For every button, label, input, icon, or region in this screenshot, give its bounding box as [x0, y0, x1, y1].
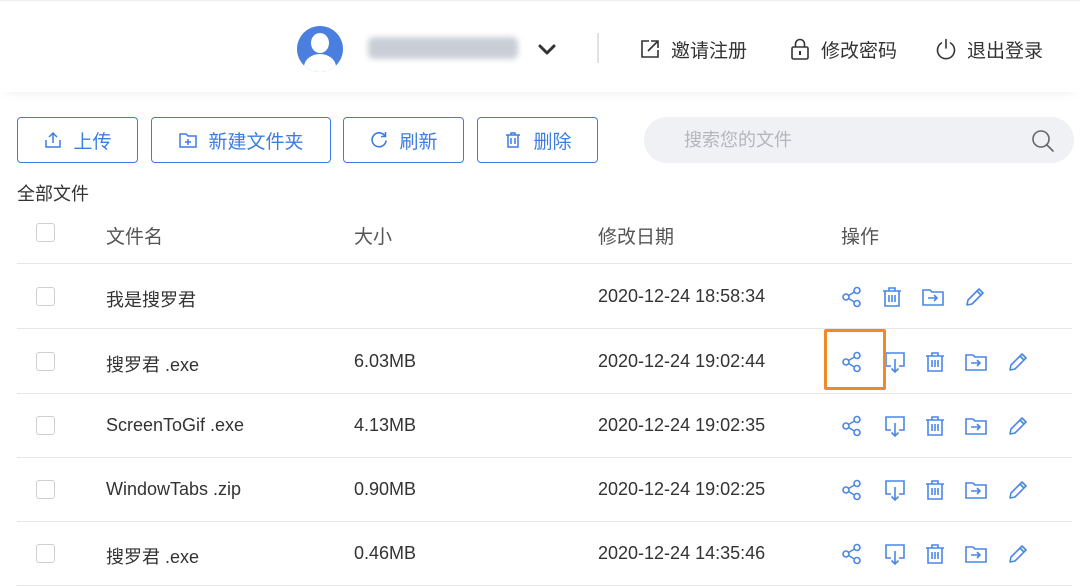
table-row[interactable]: 搜罗君 .exe 0.46MB 2020-12-24 14:35:46: [17, 522, 1072, 586]
avatar[interactable]: [297, 26, 343, 72]
trash-icon[interactable]: [923, 350, 947, 374]
table-row[interactable]: ScreenToGif .exe 4.13MB 2020-12-24 19:02…: [17, 394, 1072, 458]
row-checkbox[interactable]: [36, 287, 55, 306]
file-name[interactable]: WindowTabs .zip: [106, 479, 241, 500]
file-name[interactable]: ScreenToGif .exe: [106, 415, 244, 436]
row-checkbox[interactable]: [36, 480, 55, 499]
table-row[interactable]: 搜罗君 .exe 6.03MB 2020-12-24 19:02:44: [17, 330, 1072, 394]
upload-button[interactable]: 上传: [17, 117, 138, 163]
folder-plus-icon: [179, 133, 198, 148]
edit-icon[interactable]: [1006, 478, 1030, 502]
edit-icon[interactable]: [963, 285, 987, 309]
trash-icon[interactable]: [923, 414, 947, 438]
row-checkbox[interactable]: [36, 544, 55, 563]
file-size: 4.13MB: [354, 415, 417, 435]
file-size: 6.03MB: [354, 351, 417, 371]
search-box: [644, 117, 1074, 163]
username[interactable]: 18545859991: [368, 37, 518, 59]
file-name[interactable]: 搜罗君 .exe: [106, 543, 199, 569]
breadcrumb[interactable]: 全部文件: [17, 180, 89, 206]
column-name[interactable]: 文件名: [106, 222, 163, 249]
column-size[interactable]: 大小: [354, 222, 392, 249]
invite-label: 邀请注册: [671, 40, 748, 62]
top-header: 18545859991 邀请注册 修改密码 退出登录: [0, 0, 1080, 92]
refresh-button[interactable]: 刷新: [343, 117, 464, 163]
refresh-icon: [371, 132, 388, 148]
change-password-link[interactable]: 修改密码: [788, 35, 897, 63]
share-highlight-box: [824, 329, 886, 390]
chevron-down-icon[interactable]: [536, 38, 558, 60]
download-icon[interactable]: [883, 350, 907, 374]
new-folder-label: 新建文件夹: [208, 131, 304, 153]
move-icon[interactable]: [921, 285, 945, 309]
file-name[interactable]: 搜罗君 .exe: [106, 351, 199, 377]
upload-label: 上传: [73, 131, 112, 153]
download-icon[interactable]: [883, 542, 907, 566]
table-row[interactable]: 我是搜罗君 2020-12-24 18:58:34: [17, 265, 1072, 329]
external-link-icon: [641, 40, 659, 58]
file-size: 0.90MB: [354, 479, 417, 499]
refresh-label: 刷新: [399, 131, 438, 153]
row-checkbox[interactable]: [36, 416, 55, 435]
header-divider: [597, 33, 599, 63]
table-row[interactable]: WindowTabs .zip 0.90MB 2020-12-24 19:02:…: [17, 458, 1072, 522]
logout-link[interactable]: 退出登录: [934, 35, 1043, 63]
download-icon[interactable]: [883, 478, 907, 502]
share-icon[interactable]: [840, 414, 864, 438]
share-icon[interactable]: [840, 285, 864, 309]
search-input[interactable]: [684, 117, 1014, 163]
file-size: 0.46MB: [354, 543, 417, 563]
invite-link[interactable]: 邀请注册: [638, 35, 747, 63]
lock-icon: [791, 38, 809, 60]
search-icon[interactable]: [1030, 128, 1056, 154]
move-icon[interactable]: [964, 478, 988, 502]
file-modified: 2020-12-24 18:58:34: [598, 286, 766, 306]
edit-icon[interactable]: [1006, 350, 1030, 374]
file-name[interactable]: 我是搜罗君: [106, 286, 196, 312]
move-icon[interactable]: [964, 414, 988, 438]
trash-icon: [506, 132, 521, 148]
row-checkbox[interactable]: [36, 352, 55, 371]
column-actions: 操作: [841, 227, 880, 248]
avatar-body: [304, 54, 336, 72]
share-icon[interactable]: [840, 478, 864, 502]
share-icon[interactable]: [840, 542, 864, 566]
table-header: 文件名 大小 修改日期 操作: [17, 206, 1072, 264]
file-modified: 2020-12-24 19:02:44: [598, 351, 766, 371]
edit-icon[interactable]: [1006, 414, 1030, 438]
column-modified[interactable]: 修改日期: [598, 222, 674, 249]
move-icon[interactable]: [964, 542, 988, 566]
move-icon[interactable]: [964, 350, 988, 374]
file-modified: 2020-12-24 14:35:46: [598, 543, 766, 563]
file-modified: 2020-12-24 19:02:35: [598, 415, 766, 435]
delete-button[interactable]: 删除: [477, 117, 598, 163]
power-icon: [936, 38, 956, 60]
delete-label: 删除: [533, 131, 572, 153]
select-all-checkbox[interactable]: [36, 223, 55, 242]
new-folder-button[interactable]: 新建文件夹: [151, 117, 331, 163]
avatar-head: [311, 33, 329, 53]
file-modified: 2020-12-24 19:02:25: [598, 479, 766, 499]
trash-icon[interactable]: [923, 542, 947, 566]
trash-icon[interactable]: [923, 478, 947, 502]
upload-icon: [45, 131, 62, 148]
logout-label: 退出登录: [967, 40, 1044, 62]
download-icon[interactable]: [883, 414, 907, 438]
edit-icon[interactable]: [1006, 542, 1030, 566]
trash-icon[interactable]: [880, 285, 904, 309]
change-password-label: 修改密码: [821, 40, 898, 62]
